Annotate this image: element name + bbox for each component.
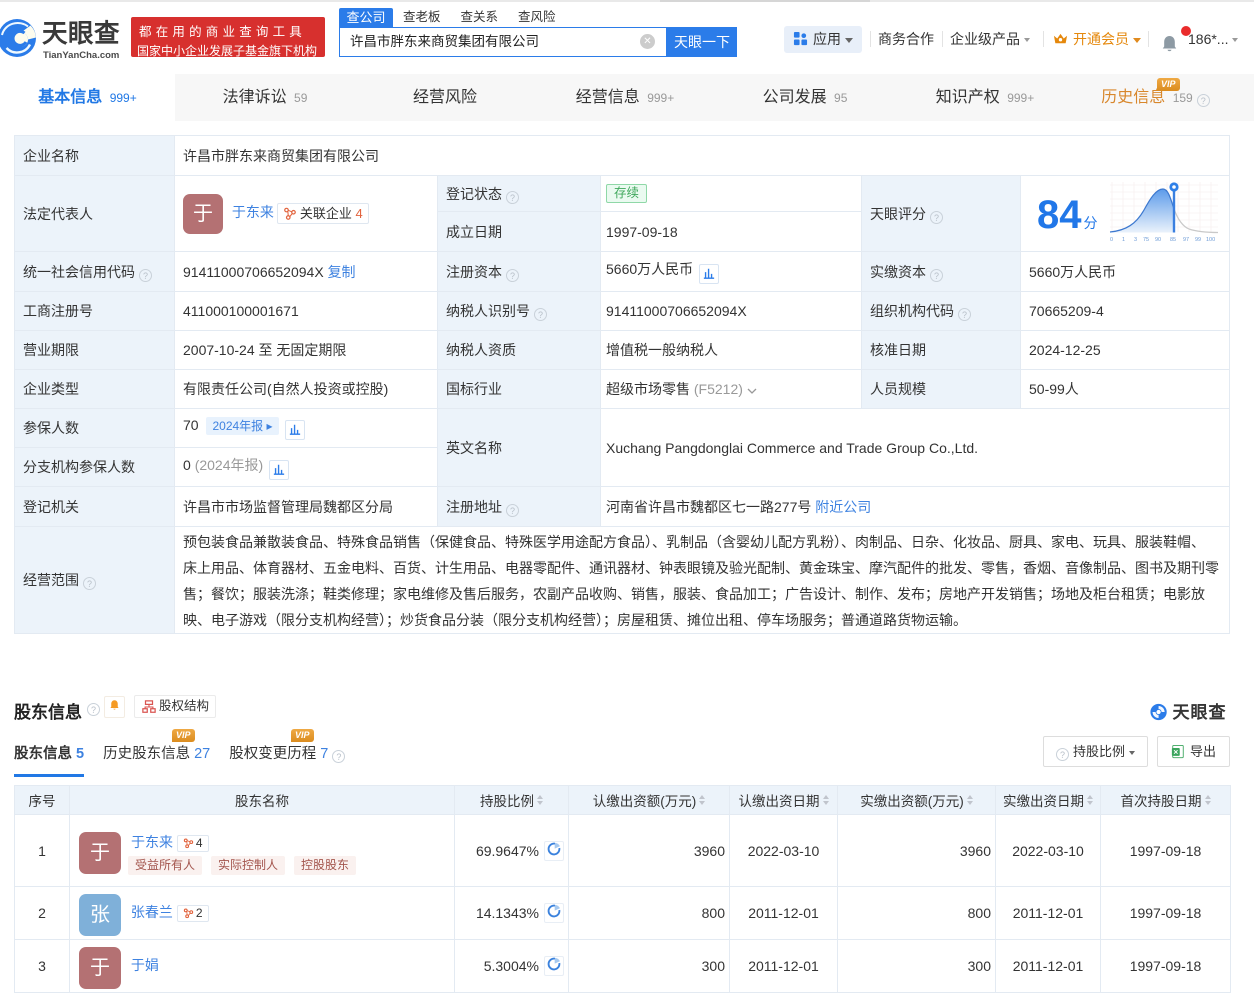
svg-text:85: 85 <box>1170 237 1176 242</box>
svg-text:0: 0 <box>1110 237 1113 242</box>
svg-text:100: 100 <box>1206 237 1215 242</box>
svg-text:90: 90 <box>1155 237 1161 242</box>
svg-text:75: 75 <box>1143 237 1149 242</box>
svg-text:99: 99 <box>1195 237 1201 242</box>
svg-text:1: 1 <box>1122 237 1125 242</box>
svg-text:97: 97 <box>1183 237 1189 242</box>
svg-text:3: 3 <box>1134 237 1137 242</box>
